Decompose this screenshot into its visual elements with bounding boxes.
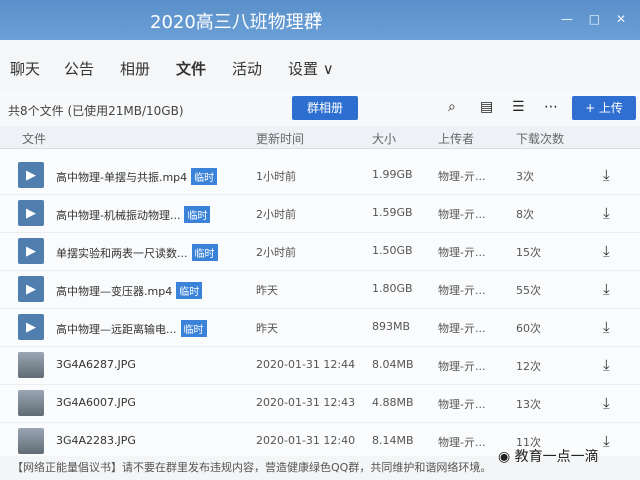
maximize-button[interactable]: □ <box>589 12 600 26</box>
download-count: 15次 <box>516 246 541 259</box>
temp-badge: 临时 <box>184 206 211 223</box>
table-header: 文件 更新时间 大小 上传者 下载次数 <box>0 126 640 149</box>
header-uploader: 上传者 <box>438 132 475 146</box>
file-size: 1.50GB <box>372 244 413 257</box>
group-nav-bar: 聊天 公告 相册 文件 活动 设置 ∨ ☎ ✉ ⋯ <box>0 40 640 129</box>
file-time: 昨天 <box>256 322 278 335</box>
tab-files[interactable]: 文件 <box>176 58 206 79</box>
file-name: 高中物理-机械振动物理... 临时 <box>56 206 211 223</box>
file-uploader: 物理-亓... <box>438 360 486 373</box>
file-name: 单摆实验和两表一尺读数... 临时 <box>56 244 218 261</box>
file-size: 4.88MB <box>372 396 414 409</box>
download-icon[interactable]: ⤓ <box>603 204 610 222</box>
file-name: 高中物理—变压器.mp4 临时 <box>56 282 203 299</box>
video-file-icon: ▶ <box>18 200 44 226</box>
file-name: 3G4A6287.JPG <box>56 358 136 371</box>
close-button[interactable]: ✕ <box>616 12 626 26</box>
file-time: 昨天 <box>256 284 278 297</box>
download-icon[interactable]: ⤓ <box>603 242 610 260</box>
download-icon[interactable]: ⤓ <box>603 280 610 298</box>
header-file: 文件 <box>22 132 47 146</box>
image-file-icon <box>18 390 44 416</box>
list-view-icon[interactable]: ☰ <box>512 99 525 115</box>
search-icon[interactable]: ⌕ <box>448 99 456 115</box>
header-updated: 更新时间 <box>256 132 305 146</box>
file-name: 3G4A6007.JPG <box>56 396 136 409</box>
table-row[interactable]: 3G4A6287.JPG 2020-01-31 12:44 8.04MB 物理-… <box>0 346 640 385</box>
file-time: 2020-01-31 12:40 <box>256 434 356 447</box>
file-uploader: 物理-亓... <box>438 436 486 449</box>
table-row[interactable]: ▶ 高中物理—远距离输电... 临时 昨天 893MB 物理-亓... 60次 ⤓ <box>0 308 640 347</box>
file-name: 高中物理-单摆与共振.mp4 临时 <box>56 168 218 185</box>
image-file-icon <box>18 352 44 378</box>
file-size: 1.99GB <box>372 168 413 181</box>
temp-badge: 临时 <box>191 168 218 185</box>
file-toolbar: 共8个文件 (已使用21MB/10GB) 群相册 ⌕ ▤ ☰ ⋯ + 上传 <box>0 90 640 126</box>
table-row[interactable]: 3G4A6007.JPG 2020-01-31 12:43 4.88MB 物理-… <box>0 384 640 423</box>
tab-activities[interactable]: 活动 <box>232 58 262 79</box>
file-uploader: 物理-亓... <box>438 170 486 183</box>
file-table: 文件 更新时间 大小 上传者 下载次数 ▶ 高中物理-单摆与共振.mp4 临时 1… <box>0 126 640 466</box>
file-uploader: 物理-亓... <box>438 322 486 335</box>
file-size: 1.59GB <box>372 206 413 219</box>
table-row[interactable]: ▶ 高中物理—变压器.mp4 临时 昨天 1.80GB 物理-亓... 55次 ⤓ <box>0 270 640 309</box>
tab-announcement[interactable]: 公告 <box>64 58 94 79</box>
window-titlebar: 2020高三八班物理群 ✎ — □ ✕ <box>0 0 640 40</box>
inbox-icon[interactable]: ▤ <box>480 99 493 115</box>
ellipsis-icon[interactable]: ⋯ <box>544 99 558 115</box>
file-name: 高中物理—远距离输电... 临时 <box>56 320 207 337</box>
header-downloads: 下载次数 <box>516 132 565 146</box>
tab-album[interactable]: 相册 <box>120 58 150 79</box>
file-uploader: 物理-亓... <box>438 398 486 411</box>
file-summary: 共8个文件 (已使用21MB/10GB) <box>8 104 184 118</box>
download-count: 55次 <box>516 284 541 297</box>
video-file-icon: ▶ <box>18 162 44 188</box>
download-icon[interactable]: ⤓ <box>603 394 610 412</box>
download-icon[interactable]: ⤓ <box>603 318 610 336</box>
temp-badge: 临时 <box>180 320 207 337</box>
tab-settings[interactable]: 设置 ∨ <box>288 58 334 79</box>
download-icon[interactable]: ⤓ <box>603 432 610 450</box>
temp-badge: 临时 <box>176 282 203 299</box>
tab-chat[interactable]: 聊天 <box>10 58 40 79</box>
file-size: 893MB <box>372 320 411 333</box>
file-time: 1小时前 <box>256 170 296 183</box>
header-size: 大小 <box>372 132 397 146</box>
pencil-icon[interactable]: ✎ <box>312 10 324 26</box>
file-size: 1.80GB <box>372 282 413 295</box>
table-row[interactable]: ▶ 高中物理-单摆与共振.mp4 临时 1小时前 1.99GB 物理-亓... 3… <box>0 156 640 195</box>
upload-button[interactable]: + 上传 <box>572 96 636 120</box>
file-time: 2小时前 <box>256 246 296 259</box>
file-time: 2020-01-31 12:43 <box>256 396 356 409</box>
file-name: 3G4A2283.JPG <box>56 434 136 447</box>
minimize-button[interactable]: — <box>561 12 573 26</box>
table-row[interactable]: ▶ 高中物理-机械振动物理... 临时 2小时前 1.59GB 物理-亓... 8… <box>0 194 640 233</box>
download-count: 8次 <box>516 208 534 221</box>
image-file-icon <box>18 428 44 454</box>
watermark-text: 教育一点一滴 <box>514 449 599 465</box>
download-count: 3次 <box>516 170 534 183</box>
table-row[interactable]: ▶ 单摆实验和两表一尺读数... 临时 2小时前 1.50GB 物理-亓... 1… <box>0 232 640 271</box>
file-size: 8.14MB <box>372 434 414 447</box>
file-uploader: 物理-亓... <box>438 208 486 221</box>
file-time: 2小时前 <box>256 208 296 221</box>
group-title: 2020高三八班物理群 <box>150 12 322 33</box>
download-count: 60次 <box>516 322 541 335</box>
file-time: 2020-01-31 12:44 <box>256 358 356 371</box>
video-file-icon: ▶ <box>18 238 44 264</box>
download-count: 13次 <box>516 398 541 411</box>
video-file-icon: ▶ <box>18 314 44 340</box>
file-uploader: 物理-亓... <box>438 246 486 259</box>
wechat-watermark: ◉ 教育一点一滴 <box>498 449 599 465</box>
download-icon[interactable]: ⤓ <box>603 166 610 184</box>
window-controls: — □ ✕ <box>549 12 626 26</box>
file-size: 8.04MB <box>372 358 414 371</box>
download-icon[interactable]: ⤓ <box>603 356 610 374</box>
group-album-button[interactable]: 群相册 <box>292 96 358 120</box>
file-uploader: 物理-亓... <box>438 284 486 297</box>
video-file-icon: ▶ <box>18 276 44 302</box>
temp-badge: 临时 <box>191 244 218 261</box>
download-count: 12次 <box>516 360 541 373</box>
